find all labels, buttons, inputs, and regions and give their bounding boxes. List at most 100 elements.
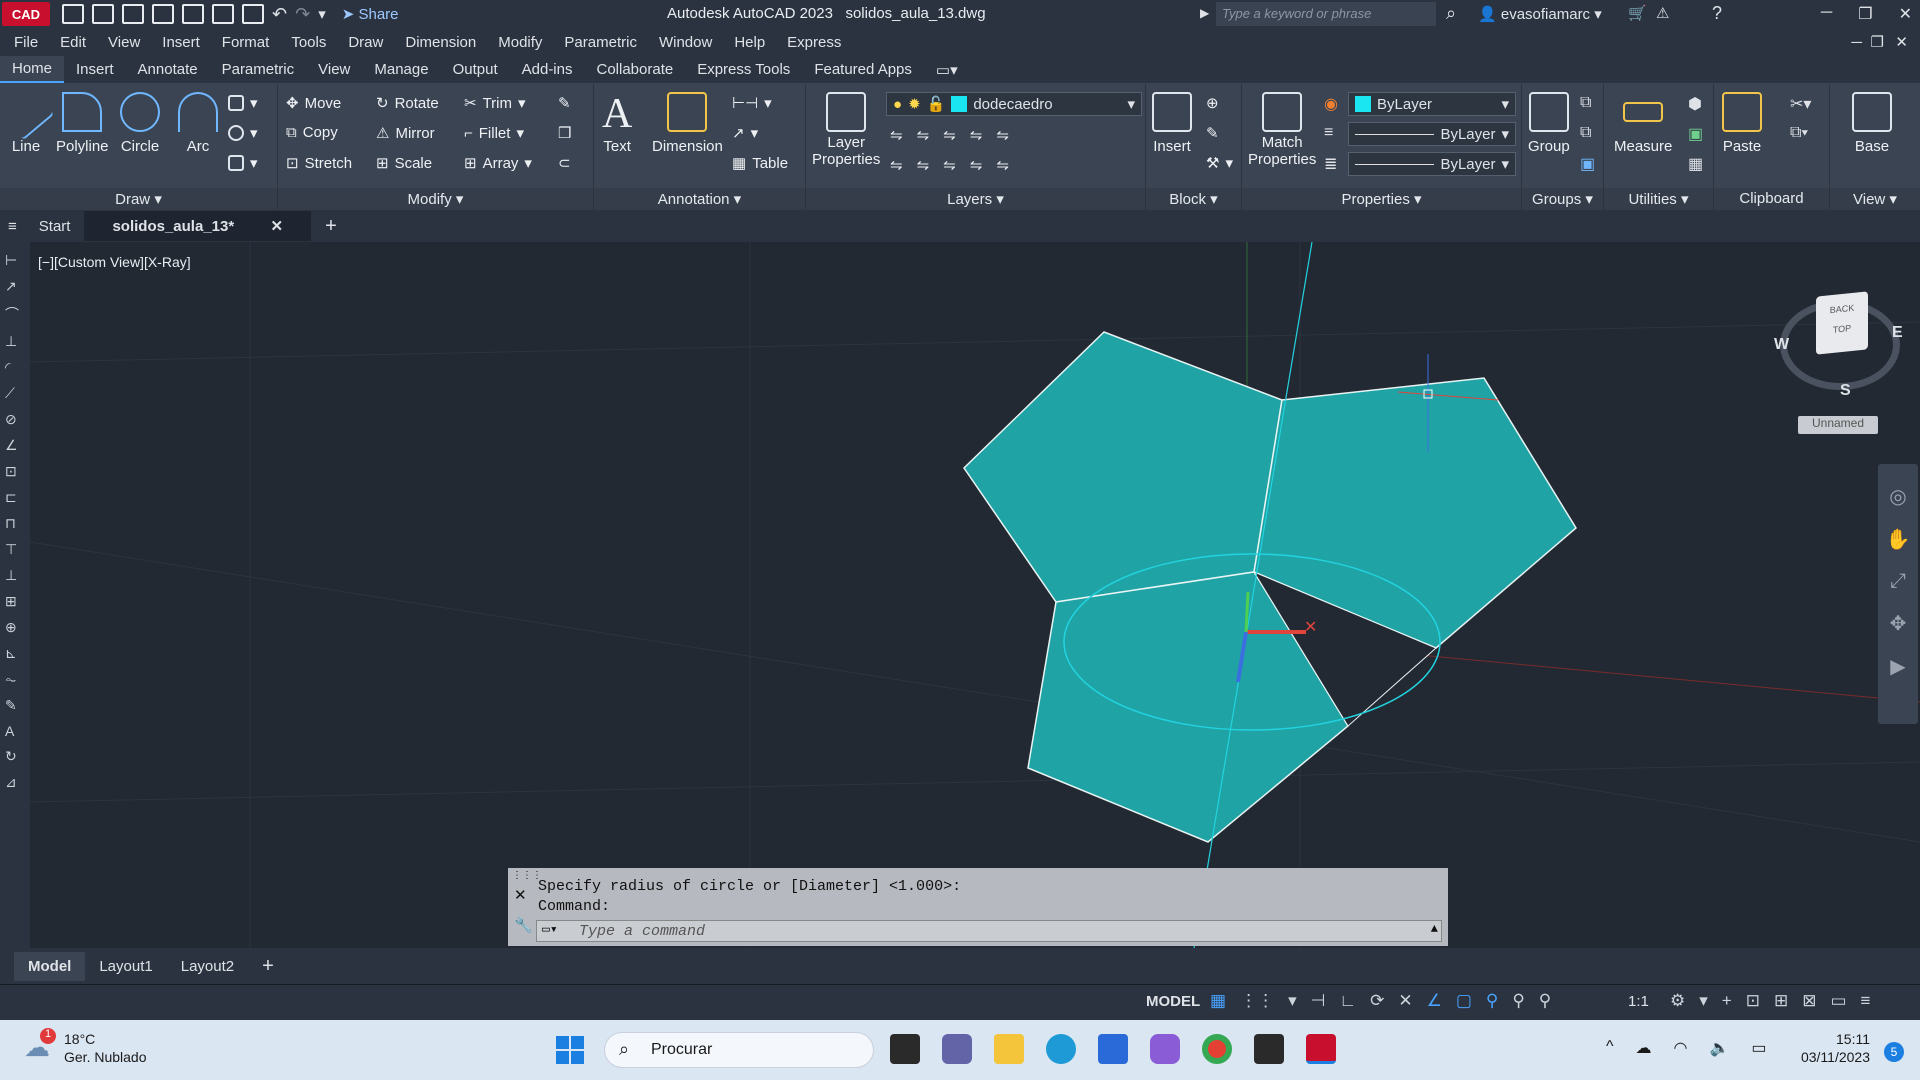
menu-format[interactable]: Format [222, 34, 270, 51]
units-icon[interactable]: ⊡ [1746, 991, 1760, 1011]
command-customize-icon[interactable]: 🔧 [514, 916, 533, 935]
new-file-icon[interactable] [62, 4, 84, 24]
orbit-icon[interactable]: ✥ [1890, 611, 1907, 636]
rectangle-button[interactable]: ▾ [228, 94, 258, 112]
space-icon[interactable]: ⊤ [5, 541, 25, 558]
menu-parametric[interactable]: Parametric [564, 34, 637, 51]
layer-dropdown[interactable]: ● ✹ 🔓 dodecaedro ▾ [886, 92, 1142, 116]
close-tab-icon[interactable]: ✕ [257, 212, 298, 241]
copy-button[interactable]: ⧉ Copy [286, 124, 338, 141]
share-button[interactable]: ➤ Share [342, 5, 399, 23]
help-icon[interactable]: ? [1712, 3, 1722, 24]
dimension-button[interactable]: Dimension [652, 92, 723, 155]
redo-icon[interactable]: ↷ [295, 4, 310, 25]
tab-model[interactable]: Model [14, 951, 86, 981]
arc-length-icon[interactable]: ⌒ [5, 304, 25, 324]
viewport-controls[interactable]: [−][Custom View][X-Ray] [38, 254, 191, 270]
object-snap-tracking-icon[interactable]: ∠ [1427, 991, 1442, 1011]
modify-panel-title[interactable]: Modify ▾ [278, 188, 593, 210]
edge-icon[interactable] [1046, 1034, 1076, 1064]
doc-restore-icon[interactable]: ❐ [1871, 33, 1884, 51]
polar-icon[interactable]: ⟳ [1370, 991, 1384, 1011]
color-wheel-icon[interactable]: ◉ [1324, 94, 1338, 114]
tab-parametric[interactable]: Parametric [210, 57, 307, 82]
layer-properties-button[interactable]: Layer Properties [812, 92, 880, 168]
layer-lock-icon[interactable]: ⇋ [970, 126, 983, 144]
command-close-icon[interactable]: ✕ [514, 886, 527, 904]
workspace-gear-icon[interactable]: ⚙ [1670, 991, 1685, 1011]
tab-active-drawing[interactable]: solidos_aula_13* ✕ [84, 211, 312, 241]
groups-panel-title[interactable]: Groups ▾ [1522, 188, 1603, 210]
menu-modify[interactable]: Modify [498, 34, 542, 51]
layer-off-icon[interactable]: ⇋ [890, 126, 903, 144]
linetype-icon[interactable]: ≣ [1324, 154, 1337, 174]
dim-update-icon[interactable]: ↻ [5, 748, 25, 765]
edit-attributes-button[interactable]: ⚒ ▾ [1206, 154, 1233, 172]
linear-dimension-button[interactable]: ⊢⊣ ▾ [732, 94, 772, 112]
help-search-input[interactable]: Type a keyword or phrase [1216, 2, 1436, 26]
stretch-button[interactable]: ⊡ Stretch [286, 154, 352, 173]
aligned-dim-icon[interactable]: ↗ [5, 278, 25, 295]
command-input[interactable]: Type a command [536, 920, 1442, 942]
teams-icon[interactable] [942, 1034, 972, 1064]
utilities-panel-title[interactable]: Utilities ▾ [1604, 188, 1713, 210]
layer-freeze-icon[interactable]: ⇋ [943, 126, 956, 144]
edit-block-button[interactable]: ✎ [1206, 124, 1219, 142]
mirror-button[interactable]: ⚠ Mirror [376, 124, 435, 143]
tab-layout2[interactable]: Layout2 [167, 952, 248, 981]
zoom-extents-icon[interactable]: ⤢ [1890, 570, 1906, 593]
draw-panel-title[interactable]: Draw ▾ [0, 188, 277, 210]
expand-search-icon[interactable]: ▶ [1200, 6, 1209, 20]
group-edit-icon[interactable]: ⧉ [1580, 124, 1591, 142]
drawing-viewport[interactable]: ✕ ⊢ ↗ ⌒ ⊥ ◜ ⟋ ⊘ ∠ ⊡ ⊏ ⊓ ⊤ ⊥ ⊞ ⊕ ⊾ ⏦ ✎ A [0, 242, 1920, 948]
tab-start[interactable]: Start [25, 212, 85, 241]
infer-constraints-icon[interactable]: ⊣ [1311, 991, 1326, 1011]
layer-unlock-icon[interactable]: ⇋ [970, 156, 983, 174]
task-view-icon[interactable] [890, 1034, 920, 1064]
tab-express-tools[interactable]: Express Tools [685, 57, 802, 82]
menu-edit[interactable]: Edit [60, 34, 86, 51]
hatch-button[interactable]: ▾ [228, 154, 258, 172]
snap-dropdown-icon[interactable]: ▾ [1288, 991, 1297, 1011]
inspect-icon[interactable]: ⊾ [5, 645, 25, 662]
properties-panel-title[interactable]: Properties ▾ [1242, 188, 1521, 210]
viewcube[interactable]: BACK TOP W E S [1774, 290, 1903, 410]
menu-view[interactable]: View [108, 34, 140, 51]
tab-output[interactable]: Output [441, 57, 510, 82]
insert-block-button[interactable]: Insert [1152, 92, 1192, 155]
diameter-icon[interactable]: ⊘ [5, 411, 25, 428]
isolate-objects-icon[interactable]: ⊠ [1802, 991, 1816, 1011]
annotation-panel-title[interactable]: Annotation ▾ [594, 188, 805, 210]
rotate-button[interactable]: ↻ Rotate [376, 94, 439, 113]
compass-west[interactable]: W [1774, 336, 1789, 354]
command-window[interactable]: ⋮⋮⋮ ✕ 🔧 Specify radius of circle or [Dia… [508, 868, 1448, 946]
store-icon[interactable] [1098, 1034, 1128, 1064]
view-panel-title[interactable]: View ▾ [1830, 188, 1920, 210]
notification-badge[interactable]: 5 [1884, 1042, 1904, 1062]
named-view-button[interactable]: Unnamed [1798, 416, 1878, 434]
layer-isolate-icon[interactable]: ⇋ [917, 126, 930, 144]
group-select-icon[interactable]: ▣ [1580, 154, 1595, 174]
clean-screen-icon[interactable]: ▭ [1830, 991, 1846, 1011]
baseline-icon[interactable]: ⊏ [5, 489, 25, 506]
onedrive-icon[interactable]: ☁ [1636, 1038, 1652, 1058]
polyline-button[interactable]: Polyline [56, 92, 109, 155]
explode-button[interactable]: ❒ [558, 124, 571, 142]
open-folder-icon[interactable] [92, 4, 114, 24]
line-button[interactable]: Line [0, 83, 55, 155]
copilot-icon[interactable] [1150, 1034, 1180, 1064]
scale-button[interactable]: ⊞ Scale [376, 154, 432, 173]
chrome-icon[interactable] [1202, 1034, 1232, 1064]
autoscale-icon[interactable]: ⚲ [1512, 991, 1524, 1011]
autocad-taskbar-icon[interactable] [1306, 1034, 1336, 1064]
linetype-dropdown[interactable]: ByLayer ▾ [1348, 152, 1516, 176]
user-account[interactable]: 👤 evasofiamarc ▾ [1478, 5, 1602, 23]
menu-express[interactable]: Express [787, 34, 841, 51]
menu-tools[interactable]: Tools [291, 34, 326, 51]
customize-qat-icon[interactable]: ▾ [318, 5, 326, 23]
quick-select-icon[interactable]: ⬢ [1688, 94, 1702, 114]
menu-insert[interactable]: Insert [162, 34, 200, 51]
arc-button[interactable]: Arc [178, 92, 218, 155]
autodesk-app-icon[interactable]: ⚠ [1656, 4, 1669, 22]
ribbon-toggle-icon[interactable]: ▭▾ [924, 57, 970, 83]
